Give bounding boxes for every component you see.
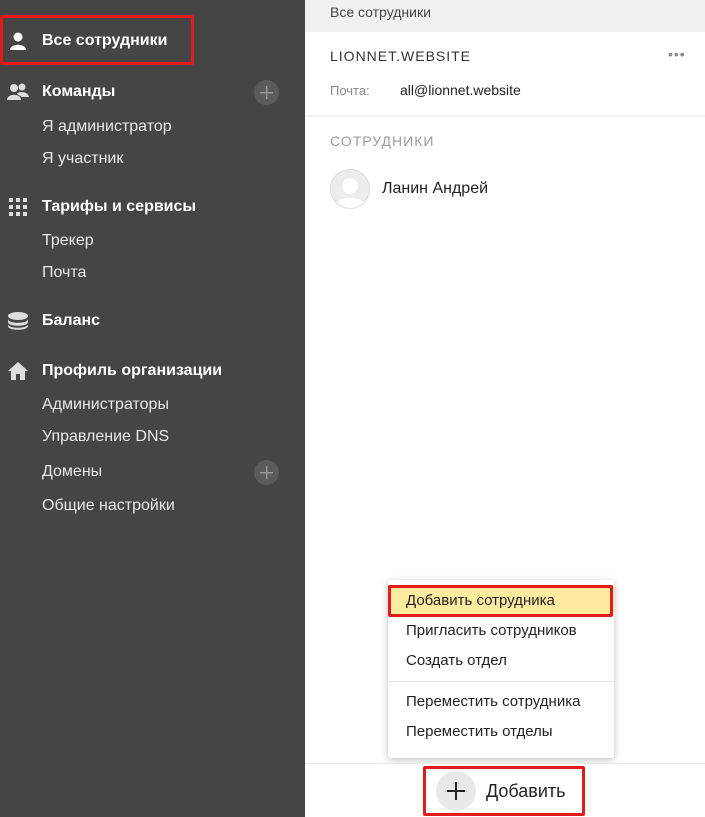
sidebar-item-teams[interactable]: Команды xyxy=(0,76,305,108)
avatar xyxy=(330,169,370,209)
menu-item-invite-employees[interactable]: Пригласить сотрудников xyxy=(388,615,614,645)
sidebar-item-dns[interactable]: Управление DNS xyxy=(0,421,305,453)
coins-icon xyxy=(6,309,30,333)
section-title: СОТРУДНИКИ xyxy=(330,133,435,149)
employee-name: Ланин Андрей xyxy=(382,180,489,197)
highlight-frame xyxy=(0,15,194,65)
sidebar-item-tracker[interactable]: Трекер xyxy=(0,225,305,257)
sidebar-item-label: Управление DNS xyxy=(42,428,170,445)
highlight-frame xyxy=(388,585,613,617)
sidebar-item-label: Домены xyxy=(42,463,103,480)
grid-icon xyxy=(6,195,30,219)
org-card xyxy=(305,32,705,115)
sidebar-item-label: Профиль организации xyxy=(42,362,223,379)
sidebar-item-org-profile[interactable]: Профиль организации xyxy=(0,355,305,387)
mail-value: all@lionnet.website xyxy=(400,82,521,98)
highlight-frame xyxy=(423,766,585,816)
list-item[interactable]: Ланин Андрей xyxy=(330,168,488,210)
sidebar-item-mail[interactable]: Почта xyxy=(0,257,305,289)
sidebar-item-i-member[interactable]: Я участник xyxy=(0,143,305,175)
people-icon xyxy=(6,80,30,104)
sidebar-item-tariffs[interactable]: Тарифы и сервисы xyxy=(0,191,305,223)
sidebar-item-label: Команды xyxy=(42,83,116,100)
menu-item-move-departments[interactable]: Переместить отделы xyxy=(388,716,614,746)
menu-divider xyxy=(388,681,614,682)
menu-item-create-department[interactable]: Создать отдел xyxy=(388,645,614,675)
sidebar-item-label: Почта xyxy=(42,264,87,281)
home-icon xyxy=(6,359,30,383)
sidebar-item-administrators[interactable]: Администраторы xyxy=(0,389,305,421)
sidebar-item-label: Общие настройки xyxy=(42,497,175,514)
add-team-button[interactable] xyxy=(254,79,279,105)
sidebar-item-general-settings[interactable]: Общие настройки xyxy=(0,490,305,522)
org-name: LIONNET.WEBSITE xyxy=(330,48,472,64)
plus-icon xyxy=(260,465,273,479)
plus-icon xyxy=(260,85,273,99)
sidebar-item-domains[interactable]: Домены xyxy=(0,456,305,488)
sidebar-item-label: Я участник xyxy=(42,150,124,167)
mail-label: Почта: xyxy=(330,83,370,98)
sidebar-item-balance[interactable]: Баланс xyxy=(0,305,305,337)
sidebar: Все сотрудники Команды Я администратор Я… xyxy=(0,0,305,817)
sidebar-item-label: Тарифы и сервисы xyxy=(42,198,197,215)
sidebar-item-label: Баланс xyxy=(42,312,101,329)
sidebar-item-label: Администраторы xyxy=(42,396,169,413)
user-avatar-icon xyxy=(335,178,365,208)
add-domain-button[interactable] xyxy=(254,459,279,485)
menu-item-move-employee[interactable]: Переместить сотрудника xyxy=(388,686,614,716)
sidebar-item-label: Я администратор xyxy=(42,118,172,135)
sidebar-item-label: Трекер xyxy=(42,232,94,249)
sidebar-item-i-admin[interactable]: Я администратор xyxy=(0,111,305,143)
breadcrumb: Все сотрудники xyxy=(330,4,431,20)
more-options-button[interactable]: ••• xyxy=(668,46,686,62)
